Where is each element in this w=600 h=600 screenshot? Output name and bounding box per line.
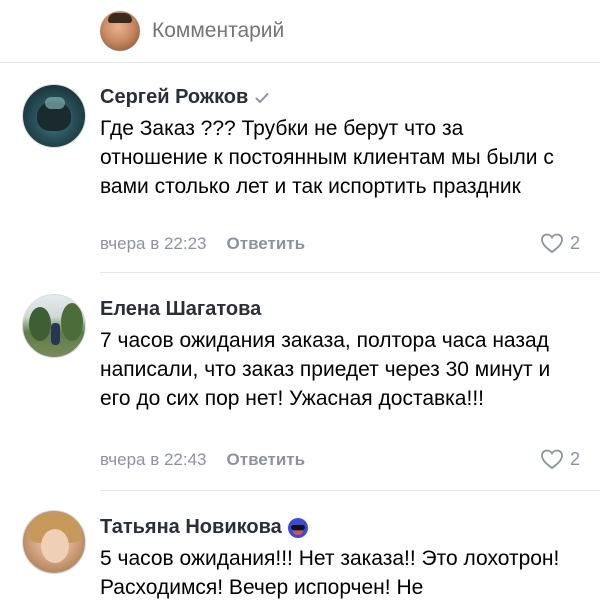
comment-composer[interactable] (0, 0, 600, 62)
verified-check-icon (254, 90, 270, 106)
comment-text: Где Заказ ??? Трубки не берут что за отн… (100, 117, 554, 198)
comment-meta: вчера в 22:23 Ответить 2 (100, 232, 580, 256)
avatar[interactable] (22, 510, 86, 574)
comment-author[interactable]: Татьяна Новикова (100, 516, 308, 539)
avatar[interactable] (22, 294, 86, 358)
mask-emoji-icon (287, 517, 308, 538)
comment-item: Сергей Рожков Где Заказ ??? Трубки не бе… (0, 62, 600, 270)
comment-item: Елена Шагатова 7 часов ожидания заказа, … (0, 272, 600, 486)
avatar[interactable] (22, 84, 86, 148)
comment-text: 5 часов ожидания!!! Нет заказа!! Это лох… (100, 547, 560, 599)
comment-time: вчера в 22:43 (100, 450, 207, 469)
author-name[interactable]: Сергей Рожков (100, 86, 248, 109)
current-user-avatar (100, 11, 140, 51)
reply-button[interactable]: Ответить (227, 234, 306, 254)
heart-icon (540, 232, 564, 254)
comment-item: Татьяна Новикова 5 часов ожидания!!! Нет… (0, 490, 600, 600)
heart-icon (540, 448, 564, 470)
comment-author[interactable]: Сергей Рожков (100, 86, 270, 109)
author-name[interactable]: Елена Шагатова (100, 298, 261, 321)
like-button[interactable]: 2 (540, 232, 580, 254)
comment-input[interactable] (152, 19, 452, 43)
comments-screen: Сергей Рожков Где Заказ ??? Трубки не бе… (0, 0, 600, 600)
comment-meta: вчера в 22:43 Ответить 2 (100, 448, 580, 472)
comment-text: 7 часов ожидания заказа, полтора часа на… (100, 329, 551, 410)
like-count: 2 (569, 232, 580, 253)
comment-author[interactable]: Елена Шагатова (100, 298, 261, 321)
author-name[interactable]: Татьяна Новикова (100, 516, 282, 539)
like-button[interactable]: 2 (540, 448, 580, 470)
reply-button[interactable]: Ответить (227, 450, 306, 470)
like-count: 2 (569, 448, 580, 469)
comment-time: вчера в 22:23 (100, 234, 207, 253)
